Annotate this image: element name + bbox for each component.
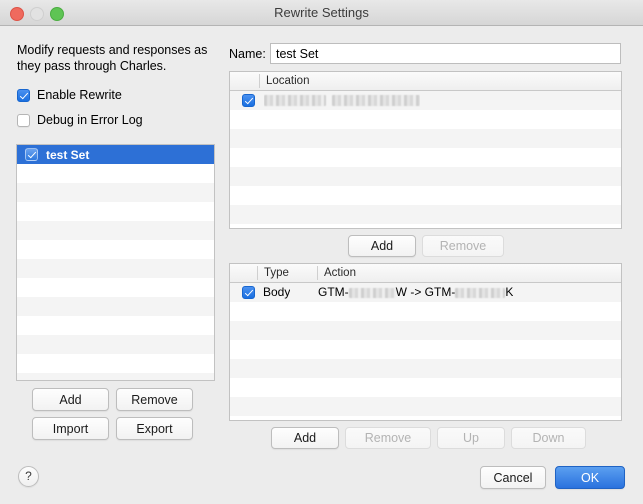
panel-description: Modify requests and responses as they pa… [17, 43, 208, 73]
list-item [17, 335, 214, 354]
remove-set-button[interactable]: Remove [116, 388, 193, 411]
redacted-text [332, 95, 420, 107]
checkmark-icon[interactable] [242, 94, 255, 107]
list-item [17, 259, 214, 278]
column-header-type[interactable]: Type [258, 264, 289, 282]
table-row [230, 167, 621, 186]
checkmark-icon[interactable] [25, 148, 38, 161]
move-up-button: Up [437, 427, 505, 449]
name-label: Name: [229, 47, 266, 61]
set-name-label: test Set [46, 147, 90, 162]
rewrite-sets-list[interactable]: test Set [16, 144, 215, 381]
help-button[interactable]: ? [18, 466, 39, 487]
list-item[interactable]: test Set [17, 145, 214, 164]
table-row [230, 148, 621, 167]
cancel-button[interactable]: Cancel [480, 466, 546, 489]
list-item [17, 354, 214, 373]
table-row [230, 224, 621, 228]
export-button[interactable]: Export [116, 417, 193, 440]
remove-location-button: Remove [422, 235, 504, 257]
location-table-header: Location [230, 72, 621, 91]
table-row [230, 186, 621, 205]
checkmark-icon [17, 88, 30, 102]
type-cell: Body [263, 285, 291, 299]
move-down-button: Down [511, 427, 586, 449]
action-table-header: Type Action [230, 264, 621, 283]
table-row [230, 397, 621, 416]
redacted-text [264, 95, 326, 107]
list-item [17, 183, 214, 202]
table-row [230, 359, 621, 378]
list-item [17, 297, 214, 316]
list-item [17, 202, 214, 221]
checkbox-debug-error-log[interactable]: Debug in Error Log [17, 113, 143, 127]
empty-checkbox-icon [17, 113, 30, 127]
action-table[interactable]: Type Action Body GTM- W -> GTM- K [229, 263, 622, 421]
checkbox-enable-rewrite[interactable]: Enable Rewrite [17, 88, 122, 102]
table-row [230, 321, 621, 340]
table-row [230, 416, 621, 420]
action-cell: GTM- W -> GTM- K [318, 285, 514, 299]
list-item [17, 373, 214, 380]
column-header-action[interactable]: Action [318, 264, 356, 282]
redacted-text [455, 287, 506, 298]
location-cell [264, 91, 420, 110]
table-row [230, 205, 621, 224]
remove-action-button: Remove [345, 427, 431, 449]
table-row [230, 378, 621, 397]
list-item [17, 316, 214, 335]
checkmark-icon[interactable] [242, 286, 255, 299]
list-item [17, 221, 214, 240]
location-table[interactable]: Location [229, 71, 622, 229]
table-row[interactable] [230, 91, 621, 110]
table-row [230, 302, 621, 321]
list-item [17, 278, 214, 297]
table-row[interactable]: Body GTM- W -> GTM- K [230, 283, 621, 302]
redacted-text [348, 287, 396, 298]
import-button[interactable]: Import [32, 417, 109, 440]
add-action-button[interactable]: Add [271, 427, 339, 449]
window-title: Rewrite Settings [274, 5, 369, 20]
list-item [17, 164, 214, 183]
list-item [17, 240, 214, 259]
add-set-button[interactable]: Add [32, 388, 109, 411]
table-row [230, 340, 621, 359]
ok-button[interactable]: OK [555, 466, 625, 489]
table-row [230, 110, 621, 129]
table-row [230, 129, 621, 148]
checkbox-debug-error-log-label: Debug in Error Log [37, 113, 143, 127]
name-input[interactable] [270, 43, 621, 64]
column-header-location[interactable]: Location [260, 72, 309, 90]
window-titlebar: Rewrite Settings [0, 0, 643, 26]
add-location-button[interactable]: Add [348, 235, 416, 257]
checkbox-enable-rewrite-label: Enable Rewrite [37, 88, 122, 102]
